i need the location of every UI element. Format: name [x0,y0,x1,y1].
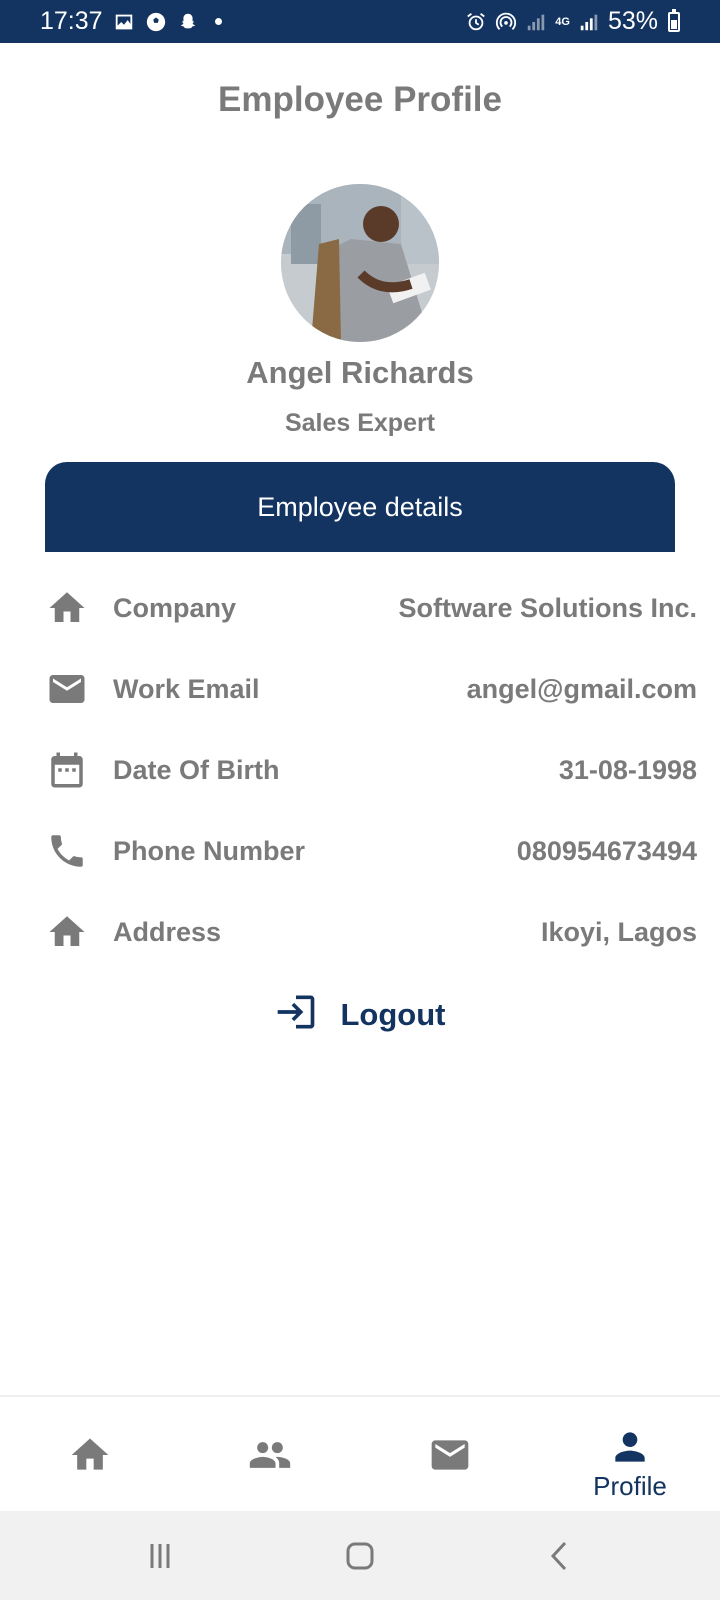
detail-row-phone-number: Phone Number 080954673494 [45,821,697,881]
battery-percent: 53% [607,7,658,35]
mail-icon [431,1440,469,1470]
profile-name: Angel Richards [246,355,474,390]
signal-4g-icon: 4G [555,15,570,28]
detail-label: Work Email [113,673,260,704]
people-icon [249,1442,291,1468]
detail-value: Ikoyi, Lagos [540,916,697,947]
detail-label: Company [113,592,237,623]
mail-icon [45,667,89,711]
detail-value: 080954673494 [516,835,697,866]
bottom-navigation: Profile [0,1395,720,1511]
back-button[interactable] [530,1533,590,1578]
detail-value: Software Solutions Inc. [398,592,697,623]
calendar-icon [45,748,89,792]
home-icon [45,586,89,630]
logout-button[interactable]: Logout [0,990,720,1039]
recent-apps-button[interactable] [130,1533,190,1578]
home-button[interactable] [330,1533,390,1578]
recent-apps-icon [150,1543,170,1568]
detail-label: Address [113,916,222,947]
home-icon [45,910,89,954]
page-title: Employee Profile [218,80,502,119]
soccer-ball-icon [145,11,167,33]
home-square-icon [346,1542,374,1569]
nav-item-home[interactable] [0,1397,180,1513]
detail-label: Phone Number [113,835,306,866]
battery-icon [668,8,680,32]
detail-value: angel@gmail.com [466,673,697,704]
notification-dot [214,18,222,25]
detail-value: 31-08-1998 [558,754,697,785]
nav-label-profile: Profile [593,1471,667,1501]
detail-row-date-of-birth: Date Of Birth 31-08-1998 [45,740,697,800]
alarm-icon [465,11,487,33]
login-arrow-icon [274,990,318,1039]
profile-role: Sales Expert [284,409,436,437]
detail-row-work-email: Work Email angel@gmail.com [45,659,697,719]
phone-icon [45,829,89,873]
system-navigation-bar [0,1511,720,1600]
nav-item-profile[interactable]: Profile [540,1397,720,1513]
nav-item-messages[interactable] [360,1397,540,1513]
status-left: 17:37 [40,7,222,36]
back-chevron-icon [550,1541,567,1570]
status-time: 17:37 [40,7,103,35]
person-icon [615,1432,645,1462]
detail-label: Date Of Birth [113,754,280,785]
nav-item-people[interactable] [180,1397,360,1513]
signal-bars-icon [578,11,600,33]
gallery-icon [113,11,135,33]
status-right: 4G 53% [465,7,680,36]
logout-label: Logout [340,996,446,1032]
status-bar: 17:37 4G 53% [0,0,720,43]
detail-row-company: Company Software Solutions Inc. [45,578,697,638]
snapchat-icon [177,11,199,33]
detail-row-address: Address Ikoyi, Lagos [45,902,697,962]
hotspot-icon [495,11,517,33]
avatar [281,184,439,342]
home-icon [71,1438,109,1470]
employee-details-header: Employee details [45,462,675,552]
signal-icon [525,11,547,33]
